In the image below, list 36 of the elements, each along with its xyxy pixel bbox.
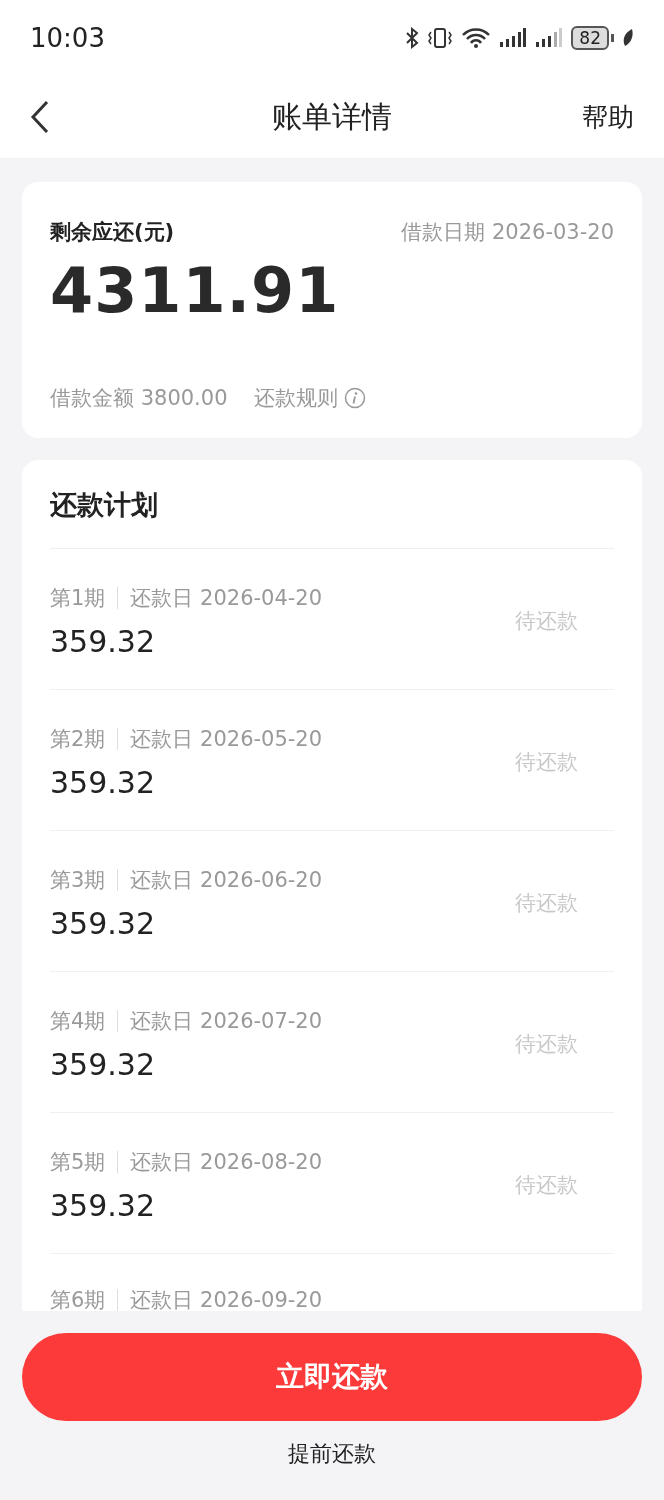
bluetooth-icon	[405, 27, 420, 49]
wifi-icon	[461, 27, 492, 49]
installment-amount: 359.32	[50, 905, 156, 941]
remaining-amount: 4311.91	[50, 254, 341, 327]
back-button[interactable]	[30, 100, 50, 134]
signal-icon	[535, 27, 564, 49]
loan-date: 借款日期 2026-03-20	[401, 219, 614, 246]
leaf-icon	[622, 28, 634, 48]
period-label: 第6期	[50, 1287, 106, 1311]
period-label: 第5期	[50, 1148, 106, 1176]
plan-title: 还款计划	[50, 488, 158, 522]
page-title: 账单详情	[272, 98, 392, 134]
battery-level: 82	[571, 26, 609, 50]
installment-amount: 359.32	[50, 1187, 156, 1223]
due-date: 还款日 2026-08-20	[130, 1148, 323, 1176]
remaining-label: 剩余应还(元)	[50, 219, 175, 246]
help-link[interactable]: 帮助	[582, 99, 634, 135]
period-label: 第3期	[50, 866, 106, 894]
early-repay-link[interactable]: 提前还款	[288, 1439, 376, 1469]
period-label: 第2期	[50, 725, 106, 753]
period-label: 第4期	[50, 1007, 106, 1035]
installment-amount: 359.32	[50, 1046, 156, 1082]
due-date: 还款日 2026-06-20	[130, 866, 323, 894]
due-date: 还款日 2026-04-20	[130, 584, 323, 612]
installment-amount: 359.32	[50, 764, 156, 800]
repay-now-button[interactable]: 立即还款	[22, 1333, 642, 1421]
period-label: 第1期	[50, 584, 106, 612]
due-date: 还款日 2026-07-20	[130, 1007, 323, 1035]
due-date: 还款日 2026-05-20	[130, 725, 323, 753]
due-date: 还款日 2026-09-20	[130, 1287, 323, 1311]
status-time: 10:03	[30, 23, 105, 53]
installment-amount: 359.32	[50, 623, 156, 659]
signal-icon	[499, 27, 528, 49]
vibrate-icon	[427, 27, 454, 49]
info-icon[interactable]	[343, 387, 366, 409]
loan-amount: 借款金额 3800.00	[50, 385, 228, 412]
